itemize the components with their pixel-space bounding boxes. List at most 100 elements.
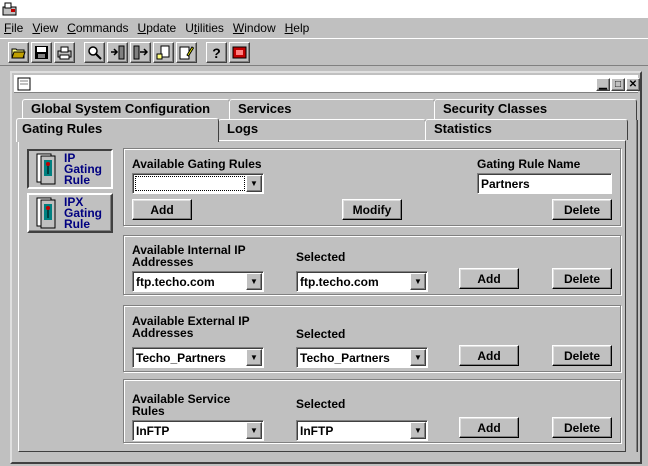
dropdown-button[interactable]: ▼: [246, 349, 262, 366]
ipx-gating-rule-label: IPX Gating Rule: [64, 194, 102, 231]
dropdown-button[interactable]: ▼: [410, 422, 426, 439]
delete-service-rule-button[interactable]: Delete: [552, 417, 612, 438]
external-ip-label-line2: Addresses: [132, 326, 194, 340]
chevron-down-icon: ▼: [250, 179, 258, 188]
chevron-down-icon: ▼: [414, 277, 422, 286]
tab-global-system-configuration[interactable]: Global System Configuration: [22, 99, 230, 120]
document-icon: [17, 77, 31, 91]
selected-external-ip-combo[interactable]: Techo_Partners ▼: [296, 347, 428, 368]
printer-icon: [57, 46, 72, 60]
chevron-down-icon: ▼: [250, 426, 258, 435]
gating-rules-group: Available Gating Rules ▼ Add Modify Gati…: [123, 148, 621, 226]
ipx-firewall-icon: [36, 197, 56, 229]
external-ip-group: Available External IP Addresses Selected…: [123, 305, 621, 372]
delete-internal-ip-button[interactable]: Delete: [552, 268, 612, 289]
dropdown-button[interactable]: ▼: [246, 422, 262, 439]
available-gating-rules-label: Available Gating Rules: [132, 157, 262, 171]
help-button[interactable]: ?: [206, 42, 227, 63]
menu-window[interactable]: Window: [233, 21, 276, 35]
tab-label: Gating Rules: [22, 121, 103, 136]
menu-update[interactable]: Update: [138, 21, 177, 35]
exit-door-icon: [232, 46, 247, 59]
export-button[interactable]: [130, 42, 151, 63]
tab-services[interactable]: Services: [229, 99, 435, 120]
toolbar: ?: [0, 38, 648, 66]
menu-utilities[interactable]: Utilities: [185, 21, 224, 35]
dropdown-button[interactable]: ▼: [246, 175, 262, 192]
edit-button[interactable]: [176, 42, 197, 63]
gating-rule-name-field[interactable]: Partners: [477, 173, 612, 194]
menu-file[interactable]: File: [4, 21, 23, 35]
tab-label: Logs: [227, 121, 259, 136]
maximize-button[interactable]: □: [611, 78, 625, 91]
selected-service-rules-combo[interactable]: InFTP ▼: [296, 420, 428, 441]
import-button[interactable]: [107, 42, 128, 63]
external-selected-label: Selected: [296, 327, 346, 341]
combo-value: ftp.techo.com: [136, 275, 215, 289]
document-hand-icon: [156, 45, 170, 60]
open-button[interactable]: [8, 42, 29, 63]
minimize-button[interactable]: ▁: [596, 78, 610, 91]
ipx-gating-rule-button[interactable]: IPX Gating Rule: [27, 193, 113, 233]
find-button[interactable]: [84, 42, 105, 63]
available-gating-rules-combo[interactable]: ▼: [132, 173, 264, 194]
add-service-rule-button[interactable]: Add: [459, 417, 519, 438]
properties-button[interactable]: [153, 42, 174, 63]
chevron-down-icon: ▼: [414, 426, 422, 435]
gating-rules-panel: IP Gating Rule IPX Gating Rule Available Gat…: [18, 140, 626, 452]
menu-help[interactable]: Help: [285, 21, 310, 35]
exit-button[interactable]: [229, 42, 250, 63]
delete-external-ip-button[interactable]: Delete: [552, 345, 612, 366]
menu-bar: File View Commands Update Utilities Wind…: [0, 18, 648, 38]
arrow-out-door-icon: [133, 45, 148, 60]
available-service-rules-combo[interactable]: InFTP ▼: [132, 420, 264, 441]
tab-statistics[interactable]: Statistics: [425, 119, 628, 140]
dropdown-button[interactable]: ▼: [246, 273, 262, 290]
delete-gating-rule-button[interactable]: Delete: [552, 199, 612, 220]
dropdown-button[interactable]: ▼: [410, 273, 426, 290]
field-value: Partners: [481, 177, 530, 191]
combo-value: InFTP: [300, 424, 334, 438]
window-title-bar: ▁ □ ✕: [14, 75, 640, 93]
pencil-document-icon: [179, 46, 194, 60]
combo-value: InFTP: [136, 424, 170, 438]
save-button[interactable]: [31, 42, 52, 63]
focus-rect: [135, 176, 245, 191]
available-internal-ip-combo[interactable]: ftp.techo.com ▼: [132, 271, 264, 292]
internal-ip-label-line2: Addresses: [132, 255, 194, 269]
tab-gating-rules[interactable]: Gating Rules: [16, 118, 219, 142]
service-rules-label-line2: Rules: [132, 404, 165, 418]
chevron-down-icon: ▼: [414, 353, 422, 362]
service-rules-group: Available Service Rules Selected InFTP ▼…: [123, 379, 621, 443]
ip-gating-rule-label: IP Gating Rule: [64, 150, 102, 187]
chevron-down-icon: ▼: [250, 353, 258, 362]
ip-gating-rule-button[interactable]: IP Gating Rule: [27, 149, 113, 189]
dropdown-button[interactable]: ▼: [410, 349, 426, 366]
tab-security-classes[interactable]: Security Classes: [434, 99, 637, 120]
svg-text:?: ?: [212, 45, 221, 60]
add-gating-rule-button[interactable]: Add: [132, 199, 192, 220]
menu-view[interactable]: View: [32, 21, 58, 35]
modify-gating-rule-button[interactable]: Modify: [342, 199, 402, 220]
minimize-icon: ▁: [599, 78, 607, 90]
internal-selected-label: Selected: [296, 250, 346, 264]
chevron-down-icon: ▼: [250, 277, 258, 286]
tab-logs[interactable]: Logs: [218, 119, 426, 140]
tab-label: Security Classes: [443, 101, 548, 116]
menu-commands[interactable]: Commands: [67, 21, 128, 35]
available-external-ip-combo[interactable]: Techo_Partners ▼: [132, 347, 264, 368]
print-button[interactable]: [54, 42, 75, 63]
floppy-disk-icon: [35, 46, 48, 59]
combo-value: Techo_Partners: [136, 351, 226, 365]
add-external-ip-button[interactable]: Add: [459, 345, 519, 366]
combo-value: ftp.techo.com: [300, 275, 379, 289]
arrow-into-door-icon: [111, 45, 125, 60]
selected-internal-ip-combo[interactable]: ftp.techo.com ▼: [296, 271, 428, 292]
close-button[interactable]: ✕: [626, 78, 640, 91]
app-title-bar: [0, 0, 648, 18]
tab-label: Global System Configuration: [31, 101, 211, 116]
service-selected-label: Selected: [296, 397, 346, 411]
close-icon: ✕: [628, 78, 638, 90]
gating-rule-name-label: Gating Rule Name: [477, 157, 581, 171]
add-internal-ip-button[interactable]: Add: [459, 268, 519, 289]
